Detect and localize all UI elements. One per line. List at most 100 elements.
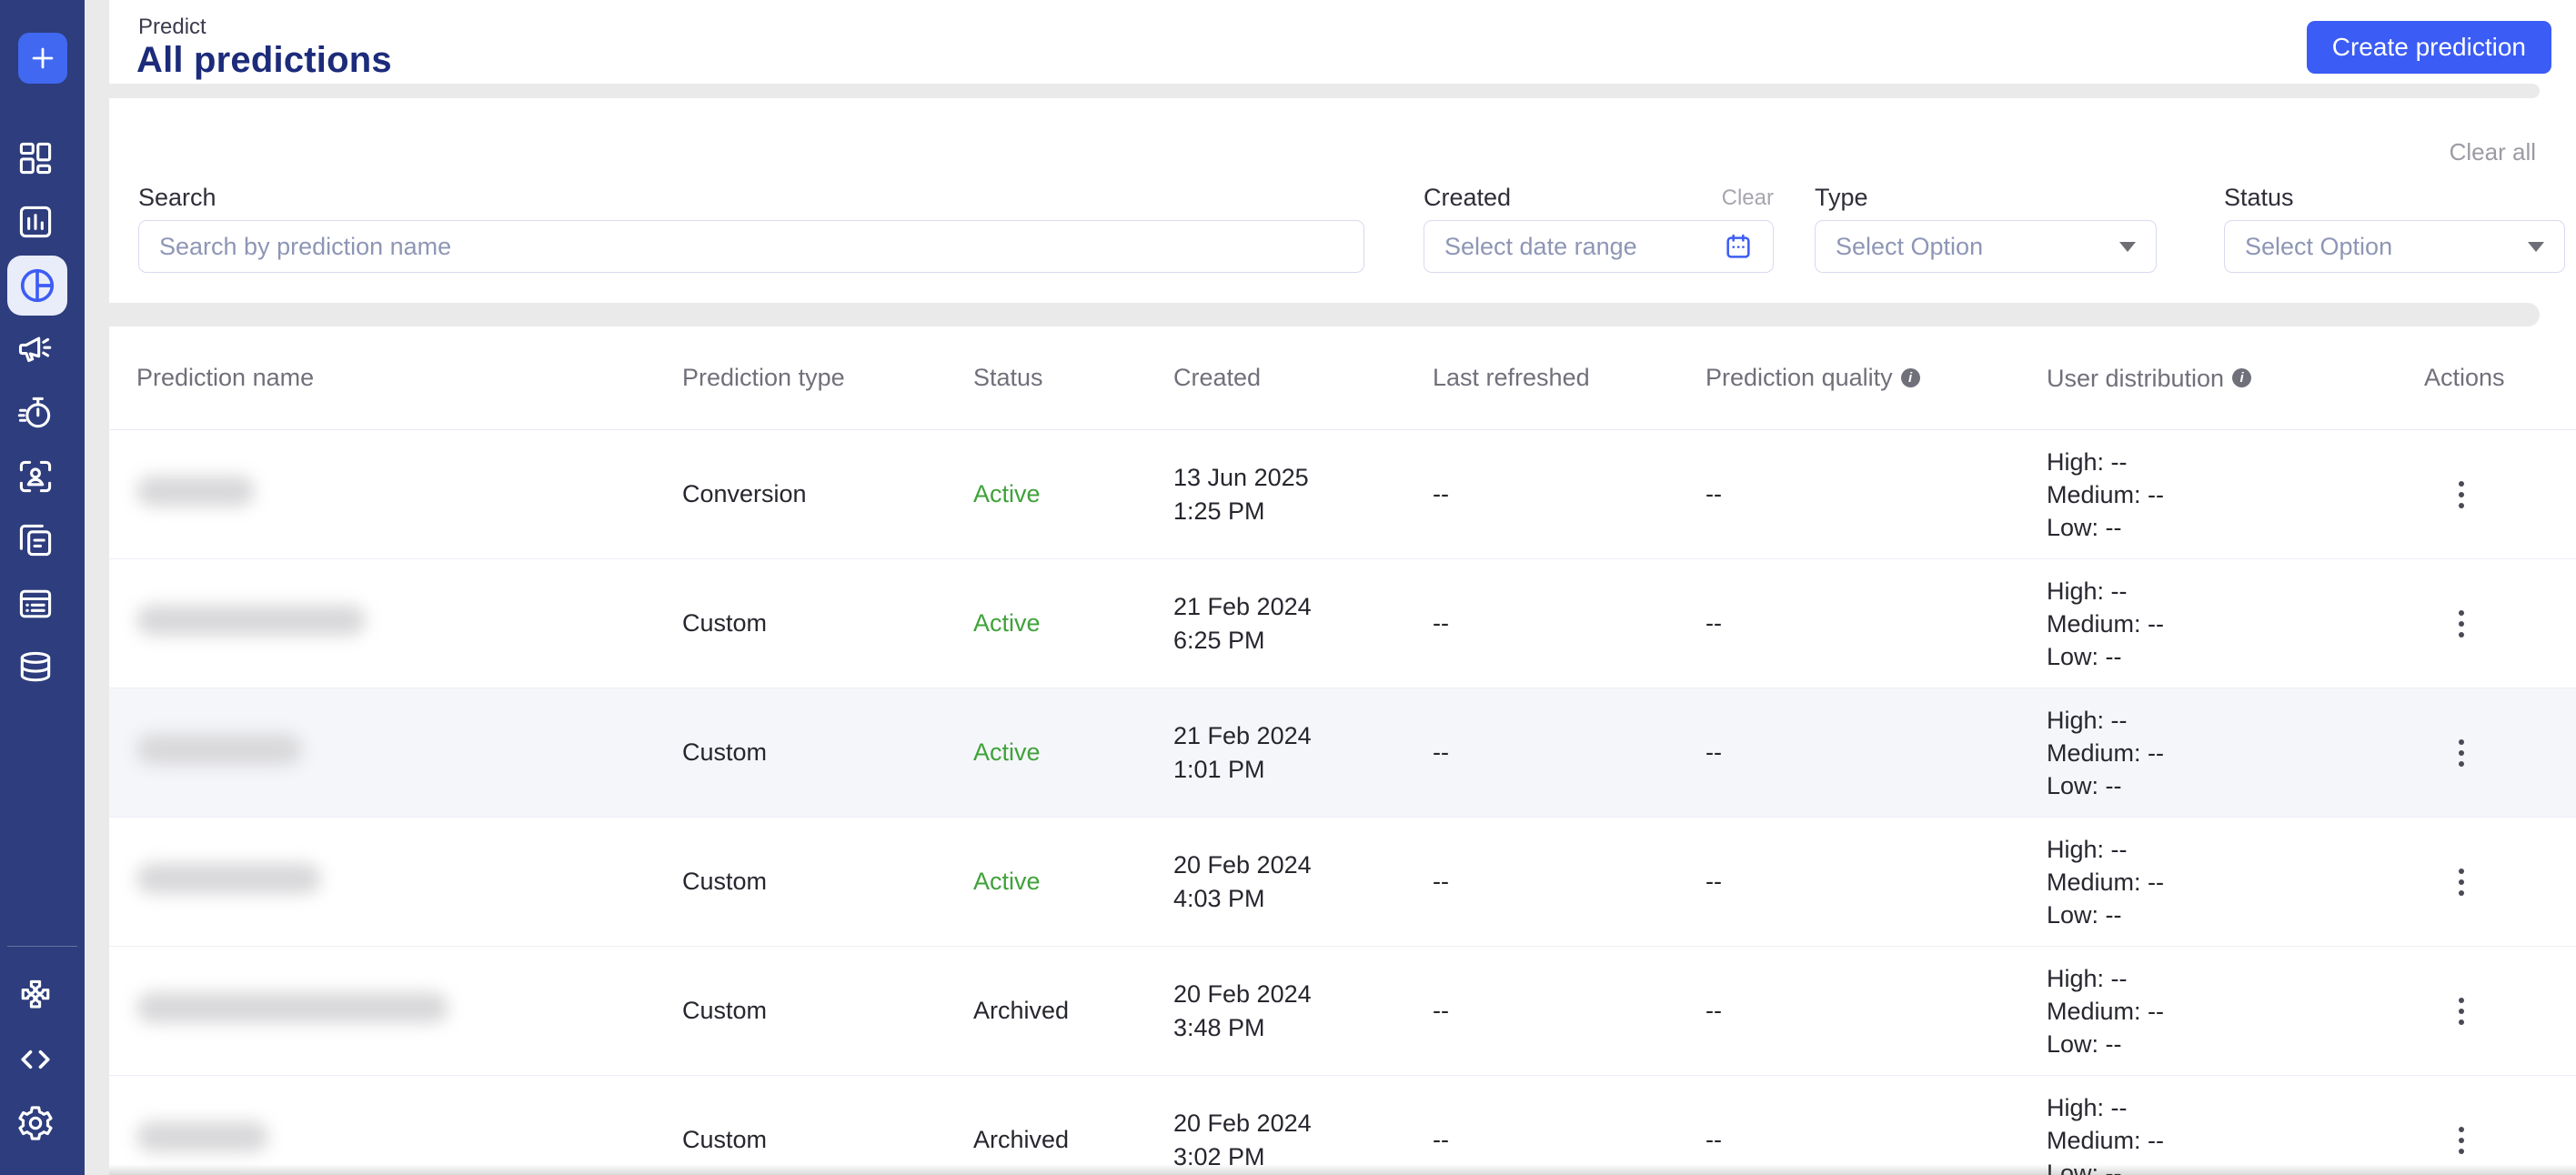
- section-divider-band: [109, 84, 2540, 98]
- prediction-type-cell: Custom: [682, 997, 768, 1024]
- status-cell: Active: [973, 868, 1041, 895]
- status-filter-label: Status: [2224, 184, 2294, 211]
- date-range-picker[interactable]: Select date range: [1424, 220, 1774, 273]
- type-select[interactable]: Select Option: [1815, 220, 2157, 273]
- info-icon[interactable]: i: [1900, 368, 1920, 387]
- table-row[interactable]: Custom Archived 20 Feb 2024 3:02 PM -- -…: [109, 1076, 2576, 1175]
- predictions-page: Predict All predictions Create predictio…: [0, 0, 2576, 1175]
- created-cell: 21 Feb 2024 1:01 PM: [1173, 721, 1312, 783]
- redacted-text-blob: [136, 605, 366, 636]
- megaphone-icon[interactable]: [15, 329, 55, 369]
- breadcrumb: Predict: [138, 15, 206, 39]
- redacted-text-blob: [136, 1121, 268, 1152]
- column-header-prediction-name: Prediction name: [136, 364, 315, 391]
- column-header-status: Status: [973, 364, 1043, 391]
- sidebar-gutter: [85, 0, 109, 1175]
- puzzle-icon[interactable]: [15, 976, 55, 1016]
- last-refreshed-cell: --: [1433, 738, 1449, 766]
- row-actions-kebab-menu[interactable]: [2450, 472, 2473, 517]
- prediction-name-cell-redacted: [136, 734, 682, 771]
- user-distribution-cell: High: -- Medium: -- Low: --: [2047, 706, 2165, 799]
- table-row[interactable]: Custom Active 21 Feb 2024 1:01 PM -- -- …: [109, 688, 2576, 818]
- user-distribution-cell: High: -- Medium: -- Low: --: [2047, 577, 2165, 670]
- column-header-actions: Actions: [2424, 364, 2505, 391]
- table-header-row: Prediction name Prediction type Status C…: [109, 326, 2576, 430]
- status-select[interactable]: Select Option: [2224, 220, 2565, 273]
- clear-all-filters-link[interactable]: Clear all: [2450, 138, 2536, 166]
- row-actions-kebab-menu[interactable]: [2450, 601, 2473, 647]
- plus-icon[interactable]: [18, 33, 67, 84]
- page-title: All predictions: [136, 40, 392, 80]
- list-card-icon[interactable]: [15, 584, 55, 624]
- created-cell: 13 Jun 2025 1:25 PM: [1173, 463, 1309, 525]
- stopwatch-icon[interactable]: [15, 393, 55, 433]
- user-distribution-cell: High: -- Medium: -- Low: --: [2047, 964, 2165, 1058]
- code-brackets-icon[interactable]: [15, 1039, 55, 1080]
- row-actions-kebab-menu[interactable]: [2450, 859, 2473, 905]
- prediction-quality-cell: --: [1706, 738, 1722, 766]
- column-header-prediction-quality: Prediction quality i: [1706, 364, 2047, 392]
- redacted-text-blob: [136, 734, 302, 765]
- created-cell: 21 Feb 2024 6:25 PM: [1173, 592, 1312, 654]
- predictions-table: Prediction name Prediction type Status C…: [109, 326, 2576, 1175]
- row-actions-kebab-menu[interactable]: [2450, 730, 2473, 776]
- main-content: Predict All predictions Create predictio…: [109, 0, 2576, 1175]
- row-actions-kebab-menu[interactable]: [2450, 989, 2473, 1034]
- table-row[interactable]: Custom Active 21 Feb 2024 6:25 PM -- -- …: [109, 559, 2576, 688]
- created-cell: 20 Feb 2024 3:48 PM: [1173, 979, 1312, 1041]
- dashboard-grid-icon[interactable]: [15, 138, 55, 178]
- redacted-text-blob: [136, 863, 321, 894]
- last-refreshed-cell: --: [1433, 997, 1449, 1024]
- prediction-type-cell: Conversion: [682, 480, 807, 507]
- user-card-icon[interactable]: [15, 457, 55, 497]
- status-cell: Active: [973, 480, 1041, 507]
- redacted-text-blob: [136, 992, 448, 1023]
- prediction-quality-cell: --: [1706, 868, 1722, 895]
- info-icon[interactable]: i: [2232, 368, 2252, 387]
- prediction-name-cell-redacted: [136, 992, 682, 1029]
- prediction-type-cell: Custom: [682, 738, 768, 766]
- column-header-created: Created: [1173, 364, 1262, 391]
- status-cell: Archived: [973, 997, 1070, 1024]
- table-row[interactable]: Conversion Active 13 Jun 2025 1:25 PM --…: [109, 430, 2576, 559]
- prediction-quality-cell: --: [1706, 480, 1722, 507]
- table-row[interactable]: Custom Active 20 Feb 2024 4:03 PM -- -- …: [109, 818, 2576, 947]
- table-row[interactable]: Custom Archived 20 Feb 2024 3:48 PM -- -…: [109, 947, 2576, 1076]
- prediction-type-cell: Custom: [682, 1126, 768, 1153]
- database-icon[interactable]: [15, 648, 55, 688]
- prediction-quality-cell: --: [1706, 997, 1722, 1024]
- chevron-down-icon: [2528, 241, 2544, 252]
- create-prediction-button[interactable]: Create prediction: [2306, 21, 2551, 74]
- sidebar: [0, 0, 85, 1175]
- row-actions-kebab-menu[interactable]: [2450, 1118, 2473, 1163]
- last-refreshed-cell: --: [1433, 1126, 1449, 1153]
- pie-chart-icon: [20, 268, 55, 303]
- status-cell: Active: [973, 738, 1041, 766]
- sidebar-item-predict-active[interactable]: [7, 256, 67, 316]
- sidebar-divider: [7, 946, 77, 947]
- actions-cell: [2424, 989, 2570, 1034]
- search-input[interactable]: [138, 220, 1364, 273]
- chevron-down-icon: [2119, 241, 2136, 252]
- created-filter-label: Created: [1424, 184, 1512, 211]
- copy-icon[interactable]: [15, 520, 55, 560]
- column-header-last-refreshed: Last refreshed: [1433, 364, 1590, 391]
- redacted-text-blob: [136, 476, 255, 507]
- status-cell: Active: [973, 609, 1041, 637]
- calendar-icon: [1726, 234, 1750, 258]
- bar-chart-icon[interactable]: [15, 202, 55, 242]
- prediction-name-cell-redacted: [136, 1121, 682, 1159]
- actions-cell: [2424, 1118, 2570, 1163]
- user-distribution-cell: High: -- Medium: -- Low: --: [2047, 447, 2165, 541]
- created-cell: 20 Feb 2024 4:03 PM: [1173, 850, 1312, 912]
- actions-cell: [2424, 730, 2570, 776]
- gear-icon[interactable]: [15, 1103, 55, 1143]
- column-header-user-distribution: User distribution i: [2047, 362, 2424, 395]
- prediction-name-cell-redacted: [136, 605, 682, 642]
- actions-cell: [2424, 859, 2570, 905]
- section-divider-band: [109, 303, 2540, 326]
- search-filter-label: Search: [138, 184, 216, 211]
- actions-cell: [2424, 601, 2570, 647]
- last-refreshed-cell: --: [1433, 480, 1449, 507]
- created-clear-link[interactable]: Clear: [1696, 186, 1774, 211]
